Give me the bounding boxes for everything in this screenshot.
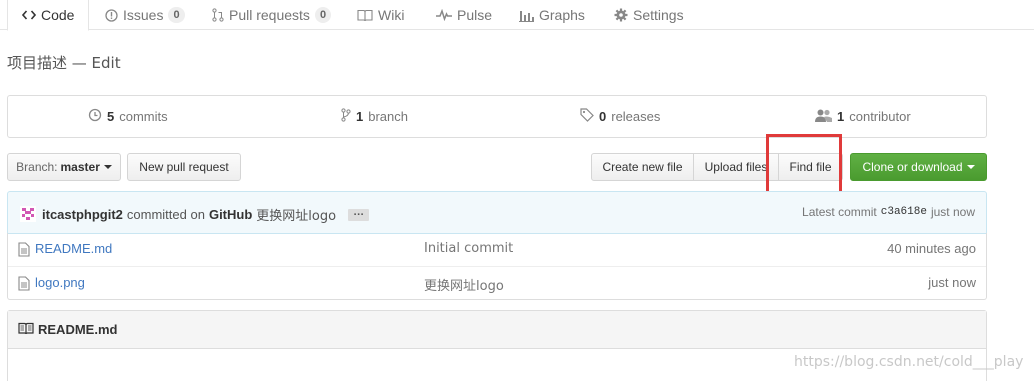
tab-graphs[interactable]: Graphs xyxy=(519,0,585,30)
branches-link[interactable]: 1 branch xyxy=(341,96,408,137)
book-icon xyxy=(18,322,34,338)
contributors-count: 1 xyxy=(837,109,845,124)
tab-label: Wiki xyxy=(378,7,405,23)
book-icon xyxy=(357,9,373,22)
file-list: README.md Initial commit 40 minutes ago … xyxy=(7,233,987,300)
upload-files-button[interactable]: Upload files xyxy=(694,153,779,181)
caret-down-icon xyxy=(966,165,975,169)
repository-description[interactable]: 项目描述 — Edit xyxy=(7,52,121,73)
commit-age: just now xyxy=(930,205,975,219)
pull-request-icon xyxy=(212,8,224,22)
contributors-label: contributor xyxy=(849,109,911,124)
create-new-file-button[interactable]: Create new file xyxy=(591,153,694,181)
commit-sha-link[interactable]: c3a618e xyxy=(881,206,927,218)
avatar[interactable] xyxy=(20,206,36,222)
clone-or-download-button[interactable]: Clone or download xyxy=(850,153,987,181)
branch-name: master xyxy=(60,160,100,174)
file-age: 40 minutes ago xyxy=(887,241,976,256)
tab-label: Issues xyxy=(123,7,164,23)
file-name-link[interactable]: logo.png xyxy=(35,275,85,290)
graph-icon xyxy=(519,9,534,22)
latest-commit: Latest commit c3a618e just now xyxy=(802,205,975,219)
numbers-summary: 5 commits 1 branch 0 releases 1 contribu… xyxy=(7,95,987,138)
commit-author-line: itcastphpgit2 committed on GitHub 更换网址lo… xyxy=(42,205,370,224)
file-age: just now xyxy=(928,275,976,290)
new-pull-request-button[interactable]: New pull request xyxy=(127,153,241,181)
commits-count: 5 xyxy=(107,109,115,124)
latest-commit-label: Latest commit xyxy=(802,205,877,219)
issue-icon xyxy=(105,8,118,22)
repo-nav: Code Issues 0 Pull requests 0 Wiki Pulse… xyxy=(0,0,1034,31)
commit-message-link[interactable]: 更换网址logo xyxy=(256,205,336,224)
commit-expander-button[interactable]: … xyxy=(348,206,370,221)
file-name-link[interactable]: README.md xyxy=(35,241,112,256)
people-icon xyxy=(815,109,832,125)
find-file-button[interactable]: Find file xyxy=(779,153,843,181)
tab-label: Code xyxy=(41,7,75,23)
readme-header: README.md xyxy=(8,311,986,349)
file-commit-message[interactable]: Initial commit xyxy=(424,241,513,256)
commits-label: commits xyxy=(119,109,168,124)
tab-pull-requests[interactable]: Pull requests 0 xyxy=(212,0,332,30)
issues-counter: 0 xyxy=(168,7,185,23)
pulse-icon xyxy=(436,9,452,21)
tab-wiki[interactable]: Wiki xyxy=(357,0,404,30)
tab-label: Pull requests xyxy=(229,7,310,23)
branch-icon xyxy=(341,108,351,125)
pull-requests-counter: 0 xyxy=(314,7,332,23)
branches-label: branch xyxy=(368,109,408,124)
branch-select-button[interactable]: Branch: master xyxy=(7,153,121,181)
file-icon xyxy=(18,276,30,294)
history-icon xyxy=(88,108,102,125)
tab-label: Pulse xyxy=(457,7,493,23)
releases-link[interactable]: 0 releases xyxy=(580,96,660,137)
tab-label: Graphs xyxy=(539,7,585,23)
caret-down-icon xyxy=(103,165,112,169)
tab-code[interactable]: Code xyxy=(7,0,90,31)
tab-label: Settings xyxy=(633,7,684,23)
commit-author-link[interactable]: itcastphpgit2 xyxy=(42,207,123,222)
commit-tease: itcastphpgit2 committed on GitHub 更换网址lo… xyxy=(7,191,987,234)
file-icon xyxy=(18,242,30,260)
commit-platform: GitHub xyxy=(208,207,253,222)
clone-label: Clone or download xyxy=(862,160,963,174)
branch-prefix: Branch: xyxy=(16,160,58,174)
gear-icon xyxy=(614,8,628,22)
code-icon xyxy=(22,9,36,21)
tab-settings[interactable]: Settings xyxy=(614,0,684,30)
readme-box: README.md xyxy=(7,310,987,381)
releases-count: 0 xyxy=(599,109,607,124)
releases-label: releases xyxy=(611,109,661,124)
file-row: logo.png 更换网址logo just now xyxy=(8,266,986,299)
file-commit-message[interactable]: 更换网址logo xyxy=(424,275,504,294)
tab-issues[interactable]: Issues 0 xyxy=(105,0,185,30)
committed-on-text: committed on xyxy=(126,207,205,222)
file-row: README.md Initial commit 40 minutes ago xyxy=(8,233,986,266)
tab-pulse[interactable]: Pulse xyxy=(436,0,492,30)
contributors-link[interactable]: 1 contributor xyxy=(815,96,911,137)
commits-link[interactable]: 5 commits xyxy=(88,96,168,137)
tag-icon xyxy=(580,108,594,125)
watermark-text: https://blog.csdn.net/cold___play xyxy=(794,354,1024,370)
branches-count: 1 xyxy=(356,109,364,124)
readme-title: README.md xyxy=(38,322,118,337)
